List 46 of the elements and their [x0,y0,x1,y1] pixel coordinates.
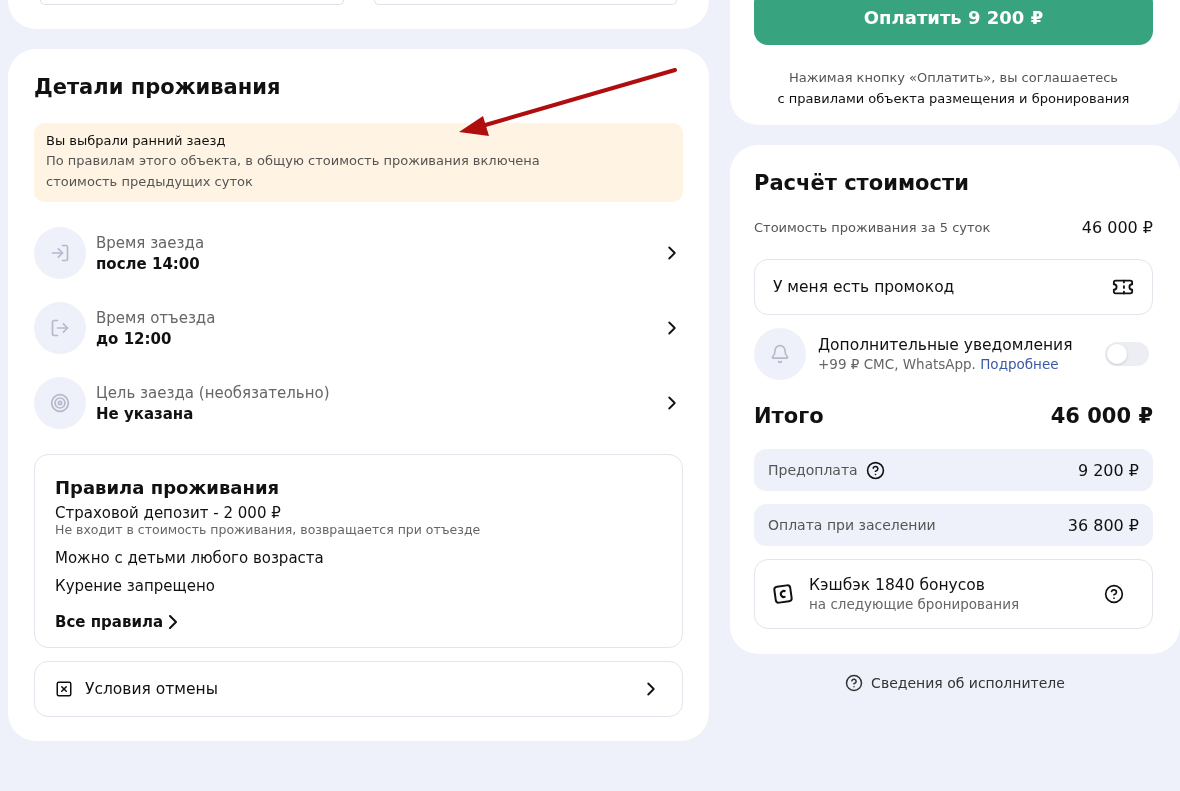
all-rules-link[interactable]: Все правила [55,613,178,631]
contractor-link[interactable]: Сведения об исполнителе [845,674,1065,692]
cost-value: 46 000 ₽ [1081,218,1153,237]
consent-text: Нажимая кнопку «Оплатить», вы соглашаетесь с правилами объекта размещения и бронирования [776,69,1131,108]
notifications-title: Дополнительные уведомления [818,336,1074,354]
rules-link[interactable]: с правилами объекта размещения и бронирования [777,91,1130,106]
payment-value: 36 800 ₽ [1067,515,1139,535]
rules-title: Правила проживания [55,477,281,498]
bell-icon [770,344,790,364]
total-label: Итого [754,404,824,428]
item-value: после 14:00 [96,254,201,273]
cancellation-row[interactable]: Условия отмены [34,661,683,717]
rules-text: Страховой депозит - 2 000 ₽ [55,504,282,522]
rules-note: Не входит в стоимость проживания, возвращается при отъезде [55,522,482,537]
item-label: Время заезда [96,233,206,252]
payment-value: 9 200 ₽ [1077,460,1139,480]
section-title: Расчёт стоимости [754,171,970,195]
cost-label: Стоимость проживания за 5 суток [754,220,991,235]
toggle-switch[interactable] [1105,342,1149,366]
notifications-text: +99 ₽ СМС, WhatsApp. Подробнее [818,356,1060,372]
target-icon [50,393,70,413]
contractor-label: Сведения об исполнителе [871,675,1065,691]
help-icon [845,674,864,692]
cancellation-label: Условия отмены [85,680,219,698]
notice-title: Вы выбрали ранний заезд [46,133,227,148]
more-link[interactable]: Подробнее [980,356,1059,372]
payment-label: Оплата при заселении [768,517,936,533]
promo-label: У меня есть промокод [773,278,955,296]
cashback-title: Кэшбэк 1840 бонусов [809,576,986,594]
rules-text: Можно с детьми любого возраста [55,549,325,567]
item-value: до 12:00 [96,329,173,348]
promo-code-button[interactable]: У меня есть промокод [754,259,1153,315]
close-icon [55,680,73,698]
notice-text: По правилам этого объекта, в общую стоимость проживания включена стоимость предыдущих суток [46,152,541,191]
chevron-icon [169,615,178,629]
help-icon[interactable] [865,460,885,480]
item-label: Цель заезда (необязательно) [96,383,331,402]
total-value: 46 000 ₽ [1050,404,1153,428]
section-title: Детали проживания [34,75,282,99]
payment-label: Предоплата [768,462,858,478]
door-arrow-icon [50,243,70,263]
help-icon[interactable] [1104,584,1124,604]
cashback-text: на следующие бронирования [809,596,1021,612]
rules-text: Курение запрещено [55,577,216,595]
item-value: Не указана [96,404,195,423]
item-label: Время отъезда [96,308,217,327]
